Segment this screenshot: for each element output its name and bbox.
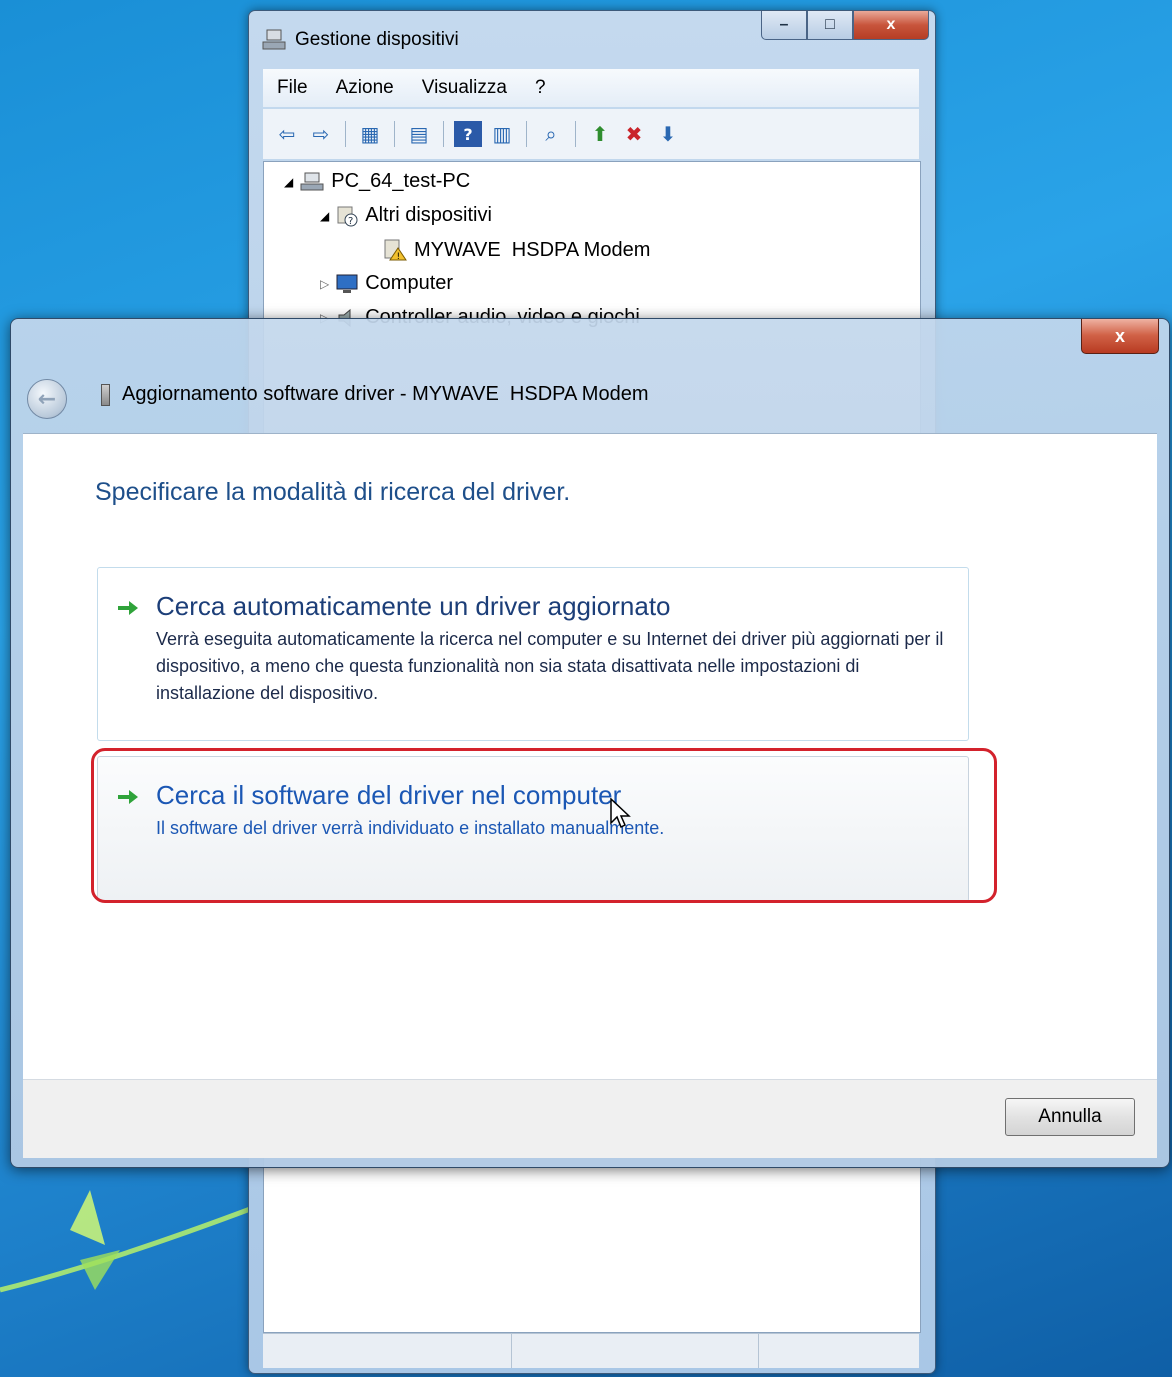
computer-network-icon — [300, 172, 324, 190]
wizard-close-button[interactable]: x — [1081, 319, 1159, 354]
expand-triangle-icon[interactable]: ▷ — [320, 277, 329, 291]
menu-help[interactable]: ? — [521, 77, 560, 99]
toolbar-separator — [575, 121, 576, 147]
minimize-button[interactable]: – — [761, 11, 807, 40]
tree-group-computer[interactable]: ▷ Computer — [320, 272, 453, 295]
tree-group-label: Altri dispositivi — [365, 204, 492, 226]
maximize-button[interactable]: □ — [807, 11, 853, 40]
update-driver-icon[interactable]: ⬆ — [586, 121, 614, 147]
status-cell — [263, 1334, 512, 1368]
menu-visualizza[interactable]: Visualizza — [408, 77, 521, 99]
forward-icon[interactable]: ⇨ — [307, 121, 335, 147]
device-manager-caption-buttons: – □ x — [761, 11, 929, 40]
option-auto-search[interactable]: Cerca automaticamente un driver aggiorna… — [97, 567, 969, 741]
properties-icon[interactable]: ▦ — [356, 121, 384, 147]
svg-text:!: ! — [397, 252, 401, 262]
cancel-button[interactable]: Annulla — [1005, 1098, 1135, 1136]
unknown-device-icon: ? — [337, 206, 358, 227]
status-cell — [512, 1334, 759, 1368]
wizard-header: Aggiornamento software driver - MYWAVE H… — [101, 383, 648, 406]
wizard-footer: Annulla — [23, 1079, 1157, 1158]
back-button[interactable]: ← — [27, 379, 67, 419]
back-icon[interactable]: ⇦ — [273, 121, 301, 147]
tree-group-altri-dispositivi[interactable]: ◢ ? Altri dispositivi — [320, 204, 492, 227]
mouse-cursor-icon — [610, 798, 631, 829]
update-driver-wizard: x ← Aggiornamento software driver - MYWA… — [10, 318, 1170, 1168]
wizard-title: Aggiornamento software driver - MYWAVE H… — [122, 383, 649, 405]
toolbar-separator — [443, 121, 444, 147]
monitor-icon — [336, 274, 358, 293]
tree-root-label: PC_64_test-PC — [331, 170, 471, 192]
uninstall-icon[interactable]: ✖ — [620, 121, 648, 147]
collapse-triangle-icon[interactable]: ◢ — [284, 175, 293, 189]
disable-icon[interactable]: ⬇ — [654, 121, 682, 147]
warning-device-icon: ! — [384, 239, 407, 262]
tree-root[interactable]: ◢ PC_64_test-PC — [284, 170, 470, 193]
device-icon — [101, 383, 110, 406]
option-description: Verrà eseguita automaticamente la ricerc… — [156, 629, 944, 703]
collapse-triangle-icon[interactable]: ◢ — [320, 209, 329, 223]
status-bar — [263, 1333, 919, 1368]
toolbar-separator — [526, 121, 527, 147]
device-manager-icon — [262, 29, 286, 50]
toolbar-separator — [345, 121, 346, 147]
highlight-annotation — [91, 748, 997, 903]
toolbar: ⇦ ⇨ ▦ ▤ ? ▥ ⌕ ⬆ ✖ ⬇ — [263, 109, 919, 159]
scan-hardware-icon[interactable]: ⌕ — [537, 121, 565, 147]
svg-text:?: ? — [348, 216, 353, 227]
menu-bar: File Azione Visualizza ? — [263, 69, 919, 107]
view-icon[interactable]: ▥ — [488, 121, 516, 147]
show-hide-icon[interactable]: ▤ — [405, 121, 433, 147]
close-button[interactable]: x — [853, 11, 929, 40]
back-arrow-icon: ← — [37, 386, 57, 412]
toolbar-separator — [394, 121, 395, 147]
green-arrow-icon — [118, 601, 138, 615]
menu-file[interactable]: File — [263, 77, 322, 99]
device-manager-title: Gestione dispositivi — [295, 29, 459, 50]
menu-azione[interactable]: Azione — [322, 77, 408, 99]
help-icon[interactable]: ? — [454, 121, 482, 147]
option-title: Cerca automaticamente un driver aggiorna… — [156, 591, 671, 621]
wizard-content: Specificare la modalità di ricerca del d… — [23, 433, 1157, 1080]
device-manager-titlebar: Gestione dispositivi — [261, 25, 459, 55]
instruction-heading: Specificare la modalità di ricerca del d… — [95, 478, 571, 506]
tree-device-label: MYWAVE HSDPA Modem — [414, 238, 651, 261]
tree-device-modem[interactable]: ! MYWAVE HSDPA Modem — [382, 238, 650, 262]
tree-group-label: Computer — [365, 272, 454, 294]
